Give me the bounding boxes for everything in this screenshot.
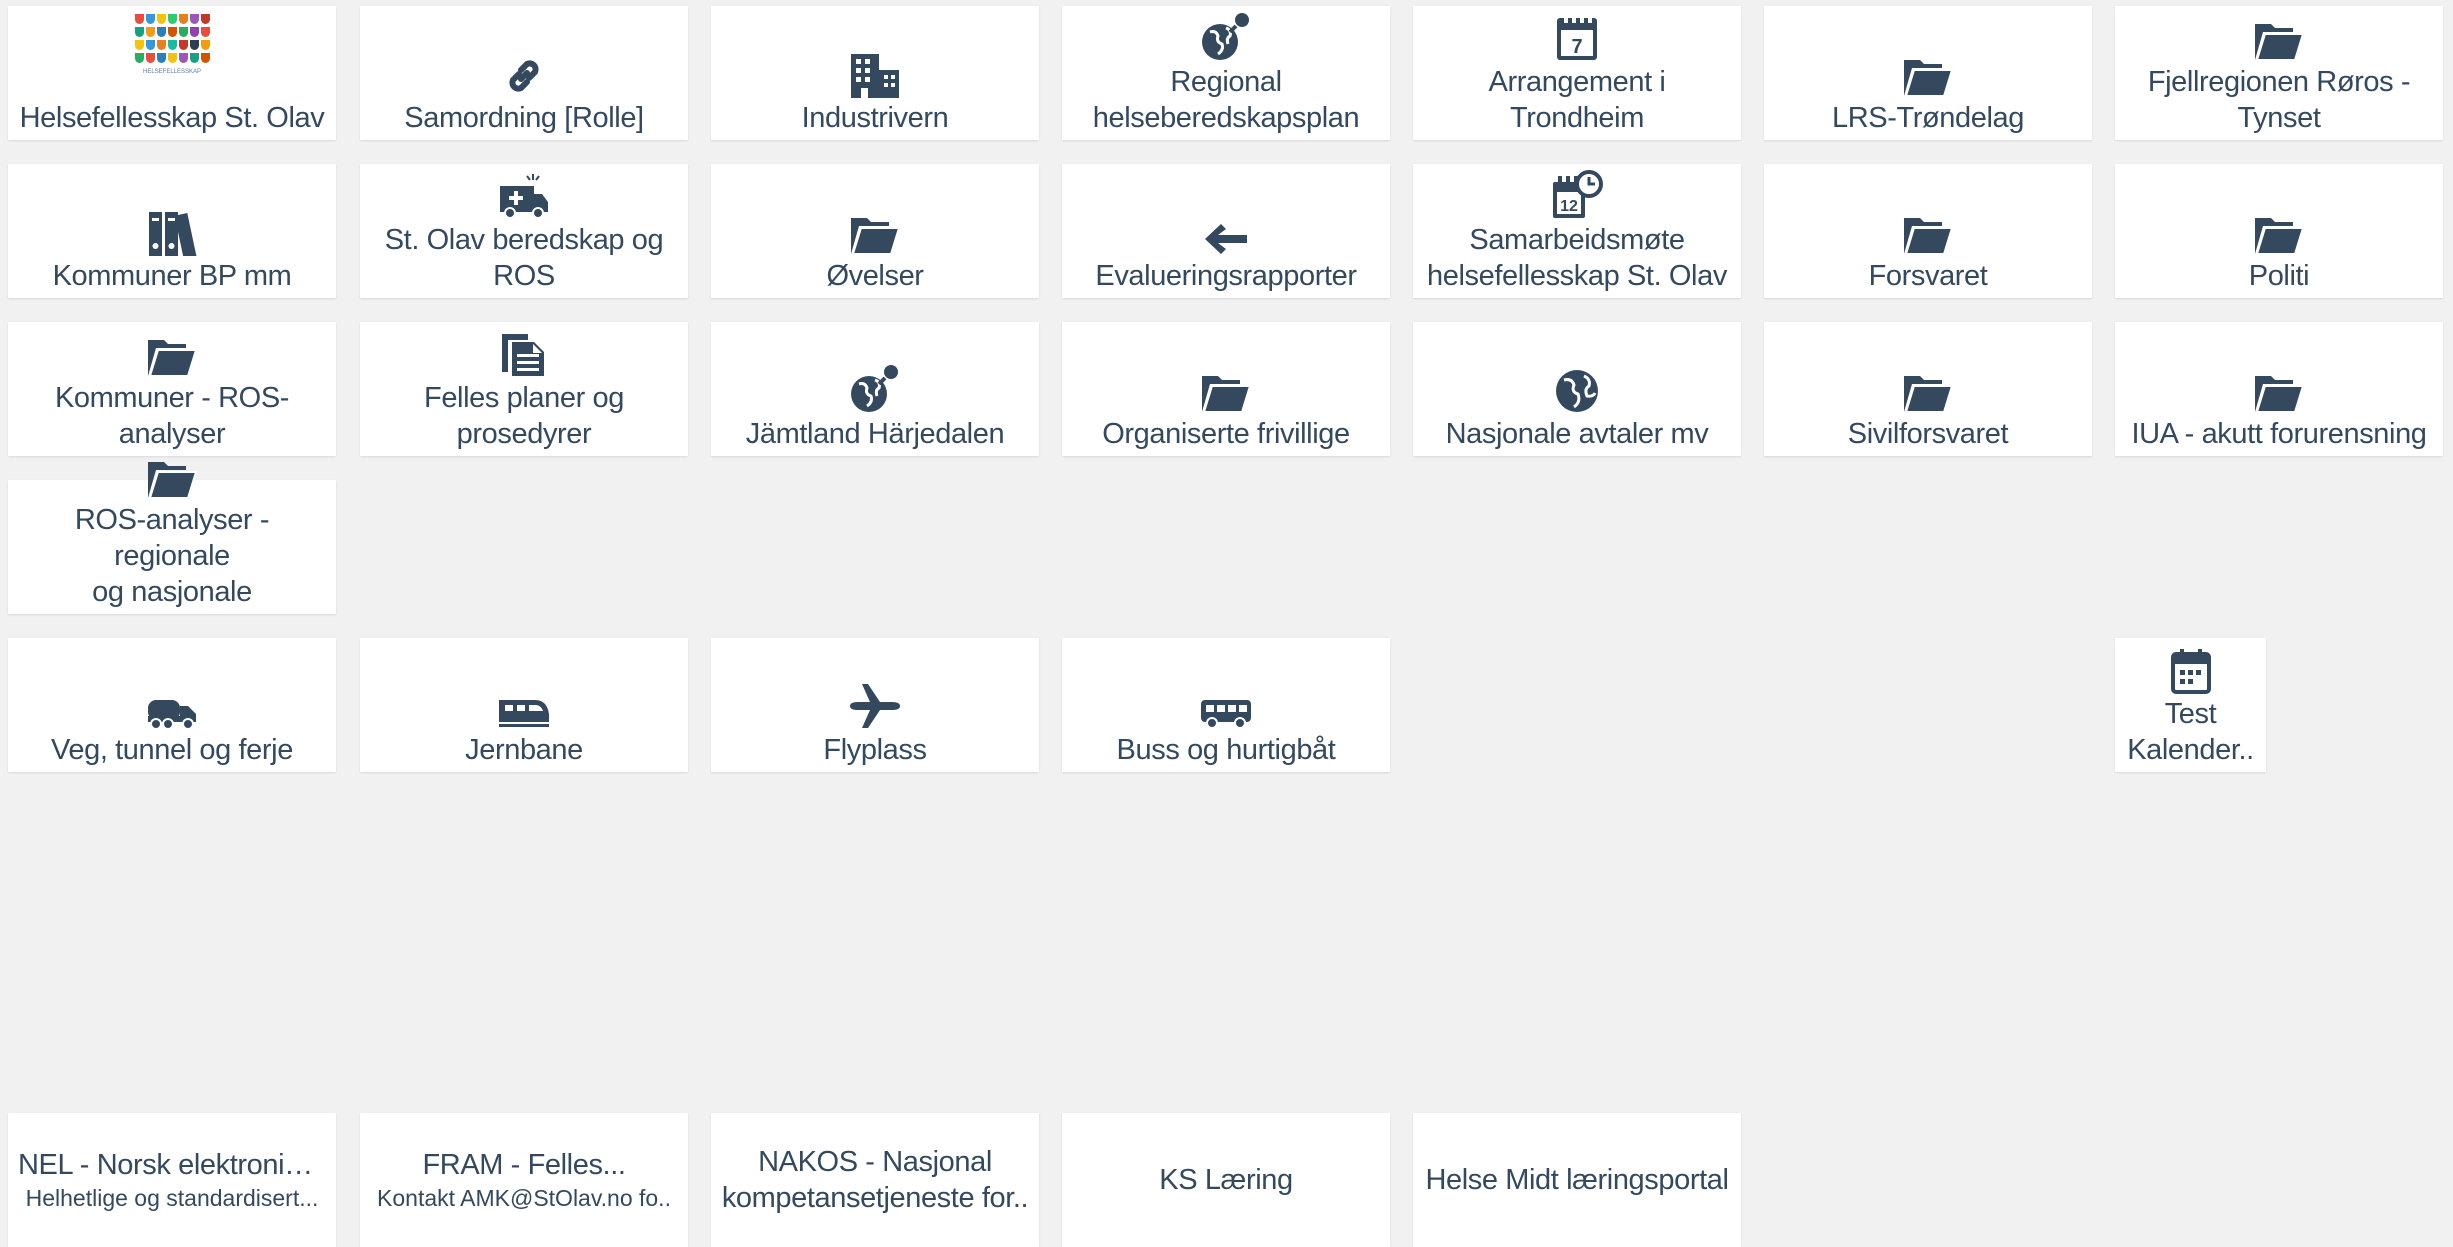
folder-icon	[849, 202, 901, 256]
tile-evalueringsrapporter[interactable]: Evalueringsrapporter	[1062, 164, 1390, 298]
tile-nasjonale-avtaler[interactable]: Nasjonale avtaler mv	[1413, 322, 1741, 456]
link-title: Helse Midt læringsportal	[1425, 1164, 1729, 1196]
tile-ovelser[interactable]: Øvelser	[711, 164, 1039, 298]
tile-label: Fjellregionen Røros - Tynset	[2147, 66, 2411, 134]
link-title: NEL - Norsk elektronisk...	[18, 1149, 326, 1181]
svg-text:12: 12	[1560, 198, 1578, 215]
link-title: NAKOS - Nasjonal kompetansetjeneste for.…	[721, 1146, 1029, 1214]
tile-label: Organiserte frivillige	[1102, 418, 1350, 450]
link-tile-ks-laering[interactable]: KS Læring	[1062, 1113, 1390, 1247]
link-title: KS Læring	[1159, 1164, 1293, 1196]
tile-label: Samarbeidsmøte helsefellesskap St. Olav	[1427, 224, 1727, 292]
ambulance-icon	[498, 166, 550, 220]
airplane-icon	[848, 676, 902, 730]
folder-icon	[1902, 44, 1954, 98]
globe-icon	[1554, 360, 1600, 414]
tile-label: Felles planer og prosedyrer	[424, 382, 624, 450]
building-icon	[849, 44, 901, 98]
tile-label: Buss og hurtigbåt	[1116, 734, 1336, 766]
tile-label: Helsefellesskap St. Olav	[19, 102, 325, 134]
tile-iua[interactable]: IUA - akutt forurensning	[2115, 322, 2443, 456]
folder-icon	[1902, 202, 1954, 256]
link-title: FRAM - Felles...	[422, 1149, 626, 1181]
tile-forsvaret[interactable]: Forsvaret	[1764, 164, 2092, 298]
tile-label: Politi	[2248, 260, 2310, 292]
tile-label: LRS-Trøndelag	[1832, 102, 2024, 134]
tile-helsefellesskap[interactable]: HELSEFELLESSKAP Helsefellesskap St. Olav	[8, 6, 336, 140]
link-subtitle: Helhetlige og standardisert...	[25, 1185, 319, 1211]
folder-icon	[2253, 8, 2305, 62]
tile-label: Forsvaret	[1868, 260, 1988, 292]
arrow-left-icon	[1203, 202, 1249, 256]
tile-felles-planer[interactable]: Felles planer og prosedyrer	[360, 322, 688, 456]
tile-label: Industrivern	[801, 102, 949, 134]
folder-icon	[1902, 360, 1954, 414]
tile-jamtland[interactable]: Jämtland Härjedalen	[711, 322, 1039, 456]
tile-fjellregionen[interactable]: Fjellregionen Røros - Tynset	[2115, 6, 2443, 140]
tile-arrangement[interactable]: 7 Arrangement i Trondheim	[1413, 6, 1741, 140]
binders-icon	[147, 202, 197, 256]
folder-icon	[1200, 360, 1252, 414]
tile-label: Kommuner - ROS- analyser	[54, 382, 290, 450]
globe-pin-icon	[1200, 8, 1252, 62]
tile-test-kalender[interactable]: Test Kalender..	[2115, 638, 2266, 772]
tile-label: Jernbane	[465, 734, 583, 766]
tile-politi[interactable]: Politi	[2115, 164, 2443, 298]
tile-sivilforsvaret[interactable]: Sivilforsvaret	[1764, 322, 2092, 456]
link-tile-fram[interactable]: FRAM - Felles... Kontakt AMK@StOlav.no f…	[360, 1113, 688, 1247]
folder-icon	[2253, 202, 2305, 256]
tile-label: Kommuner BP mm	[52, 260, 292, 292]
tile-ros-analyser[interactable]: ROS-analyser - regionale og nasjonale	[8, 462, 336, 614]
tile-label: IUA - akutt forurensning	[2131, 418, 2427, 450]
tile-label: Veg, tunnel og ferje	[51, 734, 293, 766]
tile-label: Nasjonale avtaler mv	[1445, 418, 1709, 450]
truck-icon	[146, 676, 198, 730]
folder-icon	[146, 456, 198, 500]
tile-label: Flyplass	[823, 734, 927, 766]
tile-label: Samordning [Rolle]	[404, 102, 644, 134]
tile-label: ROS-analyser - regionale og nasjonale	[74, 504, 270, 608]
documents-icon	[500, 324, 548, 378]
tile-kommuner-ros[interactable]: Kommuner - ROS- analyser	[8, 322, 336, 456]
logo-caption: HELSEFELLESSKAP	[142, 69, 202, 75]
link-tile-nakos[interactable]: NAKOS - Nasjonal kompetansetjeneste for.…	[711, 1113, 1039, 1247]
calendar-clock-icon: 12	[1551, 166, 1603, 220]
tile-label: Øvelser	[826, 260, 924, 292]
calendar-icon	[2170, 638, 2212, 694]
folder-icon	[2253, 360, 2305, 414]
tile-flyplass[interactable]: Flyplass	[711, 638, 1039, 772]
tile-label: Evalueringsrapporter	[1095, 260, 1357, 292]
link-tile-helse-midt[interactable]: Helse Midt læringsportal	[1413, 1113, 1741, 1247]
tile-kommuner-bp[interactable]: Kommuner BP mm	[8, 164, 336, 298]
tile-lrs-trondelag[interactable]: LRS-Trøndelag	[1764, 6, 2092, 140]
tile-buss-hurtigbat[interactable]: Buss og hurtigbåt	[1062, 638, 1390, 772]
tile-label: Sivilforsvaret	[1847, 418, 2009, 450]
tile-organiserte-frivillige[interactable]: Organiserte frivillige	[1062, 322, 1390, 456]
tile-label: Jämtland Härjedalen	[745, 418, 1005, 450]
link-icon	[502, 44, 546, 98]
tile-jernbane[interactable]: Jernbane	[360, 638, 688, 772]
tile-label: Test Kalender..	[2127, 698, 2254, 766]
link-tile-nel[interactable]: NEL - Norsk elektronisk... Helhetlige og…	[8, 1113, 336, 1247]
folder-icon	[146, 324, 198, 378]
link-subtitle: Kontakt AMK@StOlav.no fo..	[377, 1185, 671, 1211]
tile-samarbeidsmote[interactable]: 12 Samarbeidsmøte helsefellesskap St. Ol…	[1413, 164, 1741, 298]
tile-label: Arrangement i Trondheim	[1488, 66, 1666, 134]
tile-st-olav-beredskap[interactable]: St. Olav beredskap og ROS	[360, 164, 688, 298]
train-icon	[497, 676, 551, 730]
tile-label: Regional helseberedskapsplan	[1092, 66, 1360, 134]
svg-text:7: 7	[1571, 36, 1582, 58]
tile-label: St. Olav beredskap og ROS	[384, 224, 664, 292]
logo-image: HELSEFELLESSKAP	[135, 8, 210, 98]
tile-veg-tunnel[interactable]: Veg, tunnel og ferje	[8, 638, 336, 772]
tile-regional-plan[interactable]: Regional helseberedskapsplan	[1062, 6, 1390, 140]
tile-samordning[interactable]: Samordning [Rolle]	[360, 6, 688, 140]
tile-industrivern[interactable]: Industrivern	[711, 6, 1039, 140]
calendar-7-icon: 7	[1555, 8, 1599, 62]
bus-icon	[1199, 676, 1253, 730]
globe-pin-icon	[849, 360, 901, 414]
